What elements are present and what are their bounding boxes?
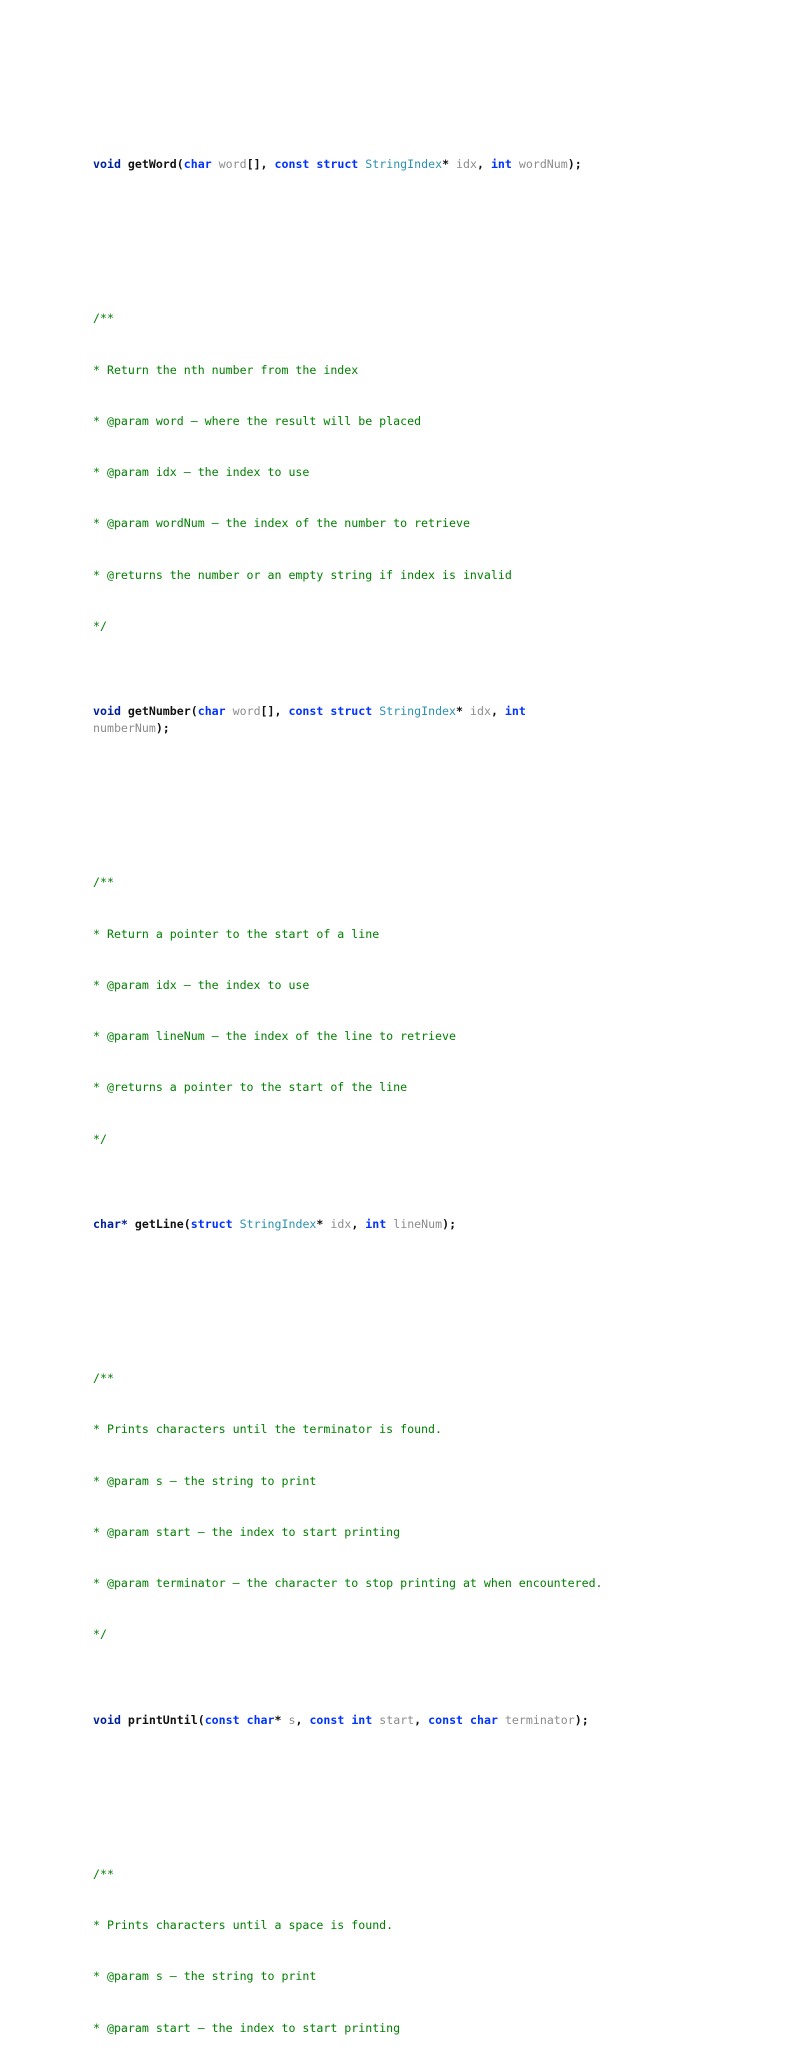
identifier-terminator: terminator <box>504 1712 575 1727</box>
identifier-idx: idx <box>469 704 491 719</box>
keyword-struct: struct <box>330 704 373 719</box>
identifier-numbernum: numberNum <box>93 721 156 736</box>
punctuation-comma: , <box>295 1712 310 1727</box>
comment-line: * Prints characters until a space is fou… <box>93 1918 394 1933</box>
punctuation-brackets: [], <box>260 704 289 719</box>
comment-line: * @param start – the index to start prin… <box>93 1524 401 1539</box>
identifier-start: start <box>379 1712 415 1727</box>
punctuation-close-paren: ); <box>442 1217 457 1232</box>
function-name-printuntil: printUntil <box>127 1712 198 1727</box>
keyword-const: const <box>288 704 324 719</box>
keyword-int: int <box>365 1217 387 1232</box>
keyword-void: void <box>93 704 121 719</box>
keyword-char-pointer: char* <box>93 1217 128 1232</box>
code-line-getline-declaration: char* getLine(struct StringIndex* idx, i… <box>93 1216 695 1233</box>
punctuation-comma: , <box>490 704 505 719</box>
keyword-void: void <box>93 1712 121 1727</box>
comment-line: /** <box>93 1866 114 1881</box>
comment-line: /** <box>93 311 114 326</box>
comment-line: * @param idx – the index to use <box>93 465 310 480</box>
comment-line: /** <box>93 875 114 890</box>
punctuation-open-paren: ( <box>183 1217 191 1232</box>
comment-line: */ <box>93 618 107 633</box>
punctuation-brackets: [], <box>246 157 275 172</box>
punctuation-open-paren: ( <box>176 157 184 172</box>
comment-line: * @param s – the string to print <box>93 1969 317 1984</box>
code-line-printuntil-declaration: void printUntil(const char* s, const int… <box>93 1712 695 1729</box>
function-name-getword: getWord <box>127 157 177 172</box>
punctuation-close-paren: ); <box>155 721 170 736</box>
comment-line: * @param word – where the result will be… <box>93 413 422 428</box>
comment-line: * @param wordNum – the index of the numb… <box>93 516 470 531</box>
identifier-idx: idx <box>456 157 477 172</box>
punctuation-open-paren: ( <box>197 1712 205 1727</box>
keyword-int: int <box>490 157 512 172</box>
comment-line: */ <box>93 1131 107 1146</box>
identifier-wordnum: wordNum <box>518 157 568 172</box>
keyword-char: char <box>197 704 226 719</box>
punctuation-close-paren: ); <box>574 1712 589 1727</box>
comment-line: * @param idx – the index to use <box>93 977 310 992</box>
comment-line: */ <box>93 1627 107 1642</box>
comment-line: * @param s – the string to print <box>93 1473 317 1488</box>
keyword-char: char <box>183 157 212 172</box>
type-stringindex: StringIndex <box>379 704 457 719</box>
identifier-word: word <box>218 157 247 172</box>
comment-line-wrapped: * @param terminator – the character to s… <box>93 1576 603 1591</box>
comment-line: * Prints characters until the terminator… <box>93 1422 443 1437</box>
keyword-void: void <box>93 157 121 172</box>
keyword-int: int <box>351 1712 373 1727</box>
punctuation-star: * <box>442 157 457 172</box>
comment-line: * Return the nth number from the index <box>93 362 359 377</box>
punctuation-close-paren: ); <box>567 157 582 172</box>
identifier-s: s <box>288 1712 296 1727</box>
punctuation-star: * <box>316 1217 331 1232</box>
punctuation-star: * <box>274 1712 289 1727</box>
keyword-const: const <box>428 1712 464 1727</box>
keyword-const: const <box>204 1712 240 1727</box>
keyword-const: const <box>309 1712 345 1727</box>
function-name-getline: getLine <box>134 1217 184 1232</box>
keyword-int: int <box>504 704 526 719</box>
document-page: void getWord(char word[], const struct S… <box>0 0 791 2035</box>
punctuation-comma: , <box>476 157 491 172</box>
keyword-const: const <box>274 157 310 172</box>
identifier-linenum: lineNum <box>393 1217 443 1232</box>
punctuation-comma: , <box>414 1712 429 1727</box>
type-stringindex: StringIndex <box>239 1217 317 1232</box>
identifier-idx: idx <box>330 1217 352 1232</box>
header-code-listing: void getWord(char word[], const struct S… <box>93 88 695 2048</box>
keyword-struct: struct <box>316 157 359 172</box>
identifier-word: word <box>232 704 261 719</box>
function-name-getnumber: getNumber <box>127 704 191 719</box>
punctuation-star: * <box>456 704 470 719</box>
comment-line: * @param start – the index to start prin… <box>93 2020 401 2035</box>
comment-line: * @returns the number or an empty string… <box>93 567 512 582</box>
keyword-char: char <box>470 1712 498 1727</box>
comment-line: * @returns a pointer to the start of the… <box>93 1080 408 1095</box>
punctuation-comma: , <box>351 1217 366 1232</box>
keyword-char: char <box>246 1712 275 1727</box>
comment-line: * Return a pointer to the start of a lin… <box>93 926 380 941</box>
code-line-getnumber-declaration: void getNumber(char word[], const struct… <box>93 703 695 737</box>
comment-line: /** <box>93 1371 114 1386</box>
punctuation-open-paren: ( <box>190 704 198 719</box>
keyword-struct: struct <box>190 1217 233 1232</box>
code-line-getword-declaration: void getWord(char word[], const struct S… <box>93 156 695 173</box>
comment-line: * @param lineNum – the index of the line… <box>93 1029 456 1044</box>
type-stringindex: StringIndex <box>365 157 443 172</box>
